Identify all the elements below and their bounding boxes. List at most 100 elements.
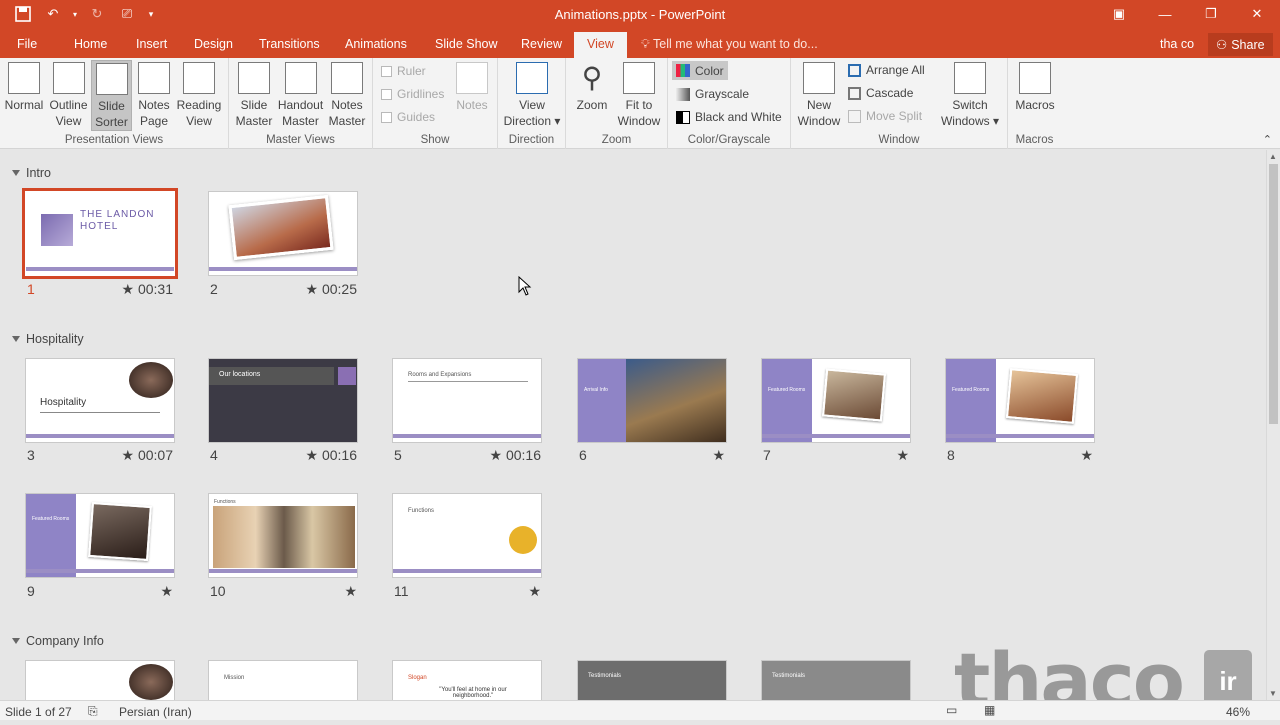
tab-transitions[interactable]: Transitions: [259, 37, 320, 51]
switch-windows-button[interactable]: Switch Windows ▾: [938, 60, 1002, 129]
slide-thumbnail-2[interactable]: [208, 191, 358, 276]
gridlines-checkbox[interactable]: Gridlines: [381, 87, 444, 101]
section-header-hospitality[interactable]: Hospitality: [12, 332, 84, 346]
cascade-button[interactable]: Cascade: [848, 86, 913, 100]
view-direction-button[interactable]: View Direction ▾: [502, 60, 562, 129]
animation-star-icon[interactable]: ★: [896, 447, 909, 463]
room-photo: [129, 664, 173, 700]
fit-to-window-button[interactable]: Fit to Window: [616, 60, 662, 129]
collapse-section-icon[interactable]: [12, 170, 20, 176]
notes-master-button[interactable]: Notes Master: [326, 60, 368, 129]
tab-view[interactable]: View: [574, 32, 627, 58]
animation-star-icon[interactable]: ★: [712, 447, 725, 463]
section-header-intro[interactable]: Intro: [12, 166, 51, 180]
normal-view-button[interactable]: Normal: [3, 60, 45, 113]
animation-star-icon[interactable]: ★: [490, 447, 503, 463]
collapse-ribbon-icon[interactable]: ⌃: [1263, 133, 1272, 146]
cascade-icon: [848, 86, 861, 100]
animation-star-icon[interactable]: ★: [122, 447, 135, 463]
macros-button[interactable]: Macros: [1013, 60, 1057, 113]
slide-timing: ★ 00:16: [489, 447, 542, 463]
arrange-all-button[interactable]: Arrange All: [848, 63, 925, 77]
animation-star-icon[interactable]: ★: [1080, 447, 1093, 463]
tab-animations[interactable]: Animations: [345, 37, 407, 51]
slide-sorter-button[interactable]: Slide Sorter: [91, 60, 132, 131]
grayscale-button[interactable]: Grayscale: [676, 87, 749, 101]
animation-star-icon[interactable]: ★: [344, 583, 357, 599]
lightbulb-icon: 💡︎: [641, 37, 653, 51]
slide-thumbnail-16[interactable]: Testimonials: [761, 660, 911, 700]
collapse-section-icon[interactable]: [12, 638, 20, 644]
slide-master-button[interactable]: Slide Master: [234, 60, 274, 129]
restore-icon[interactable]: ❐: [1188, 0, 1234, 28]
user-account[interactable]: tha co: [1160, 37, 1194, 51]
vertical-scrollbar[interactable]: ▲ ▼: [1266, 150, 1280, 700]
minimize-icon[interactable]: —: [1142, 0, 1188, 28]
tab-review[interactable]: Review: [521, 37, 562, 51]
zoom-button[interactable]: ⚲ Zoom: [572, 60, 612, 113]
slide-counter[interactable]: Slide 1 of 27: [5, 705, 72, 719]
animation-star-icon[interactable]: ★: [306, 447, 319, 463]
group-color-grayscale: Color Grayscale Black and White Color/Gr…: [668, 58, 791, 149]
scroll-down-icon[interactable]: ▼: [1269, 689, 1277, 698]
room-photo: [88, 501, 152, 562]
animation-star-icon[interactable]: ★: [528, 583, 541, 599]
zoom-level[interactable]: 46%: [1226, 705, 1250, 719]
slide-thumbnail-6[interactable]: Arrival Info: [577, 358, 727, 443]
room-photo: [129, 362, 173, 398]
landon-logo-icon: [41, 214, 73, 246]
guides-checkbox[interactable]: Guides: [381, 110, 435, 124]
scroll-up-icon[interactable]: ▲: [1269, 152, 1277, 161]
slide-thumbnail-3[interactable]: Hospitality: [25, 358, 175, 443]
slide-thumbnail-11[interactable]: Functions: [392, 493, 542, 578]
animation-star-icon[interactable]: ★: [160, 583, 173, 599]
group-window: New Window Arrange All Cascade Move Split…: [791, 58, 1008, 149]
slide-thumbnail-4[interactable]: Our locations: [208, 358, 358, 443]
slide-sorter-view-icon[interactable]: ▦: [984, 703, 995, 717]
switch-windows-icon: [954, 62, 986, 94]
ribbon-display-options-icon[interactable]: ▣: [1096, 0, 1142, 28]
notes-button[interactable]: Notes: [453, 60, 491, 113]
slide-thumbnail-7[interactable]: Featured Rooms: [761, 358, 911, 443]
slide-thumbnail-5[interactable]: Rooms and Expansions: [392, 358, 542, 443]
tab-insert[interactable]: Insert: [136, 37, 167, 51]
normal-view-icon[interactable]: ▭: [946, 703, 957, 717]
ruler-checkbox[interactable]: Ruler: [381, 64, 426, 78]
collapse-section-icon[interactable]: [12, 336, 20, 342]
tab-design[interactable]: Design: [194, 37, 233, 51]
section-header-company-info[interactable]: Company Info: [12, 634, 104, 648]
animation-star-icon[interactable]: ★: [122, 281, 135, 297]
tab-slide-show[interactable]: Slide Show: [435, 37, 498, 51]
handout-master-button[interactable]: Handout Master: [277, 60, 324, 129]
new-window-button[interactable]: New Window: [795, 60, 843, 129]
spell-check-icon[interactable]: ⎘: [88, 704, 98, 719]
reading-view-button[interactable]: Reading View: [175, 60, 223, 129]
slide-thumbnail-1[interactable]: THE LANDON HOTEL: [22, 188, 178, 279]
color-button[interactable]: Color: [672, 61, 728, 80]
slide-thumbnail-10[interactable]: Functions: [208, 493, 358, 578]
notes-page-button[interactable]: Notes Page: [134, 60, 174, 129]
group-zoom: ⚲ Zoom Fit to Window Zoom: [566, 58, 668, 149]
move-split-button[interactable]: Move Split: [848, 109, 922, 123]
slide-thumbnail-8[interactable]: Featured Rooms: [945, 358, 1095, 443]
person-icon: ⚇: [1216, 38, 1228, 52]
slide-thumbnail-9[interactable]: Featured Rooms: [25, 493, 175, 578]
group-label: Master Views: [266, 134, 335, 146]
slide-thumbnail-15[interactable]: Testimonials: [577, 660, 727, 700]
black-and-white-button[interactable]: Black and White: [676, 110, 782, 124]
slide-thumbnail-14[interactable]: Slogan "You'll feel at home in our neigh…: [392, 660, 542, 700]
slide-timing: ★ 00:31: [121, 281, 174, 297]
language-indicator[interactable]: Persian (Iran): [119, 705, 192, 719]
slide-thumbnail-12[interactable]: [25, 660, 175, 700]
share-button[interactable]: ⚇ Share: [1208, 33, 1273, 56]
tab-file[interactable]: File: [17, 37, 37, 51]
slide-sorter-pane[interactable]: Intro THE LANDON HOTEL 1 ★ 00:31 2 ★ 00:…: [0, 150, 1266, 700]
close-icon[interactable]: ✕: [1234, 0, 1280, 28]
title-bar: ↶ ▾ ↻ ⎚ ▾ Animations.pptx - PowerPoint ▣…: [0, 0, 1280, 30]
tab-home[interactable]: Home: [74, 37, 107, 51]
scrollbar-thumb[interactable]: [1269, 164, 1278, 424]
outline-view-button[interactable]: Outline View: [47, 60, 90, 129]
animation-star-icon[interactable]: ★: [306, 281, 319, 297]
slide-thumbnail-13[interactable]: Mission: [208, 660, 358, 700]
tell-me-search[interactable]: 💡︎ Tell me what you want to do...: [641, 37, 818, 52]
